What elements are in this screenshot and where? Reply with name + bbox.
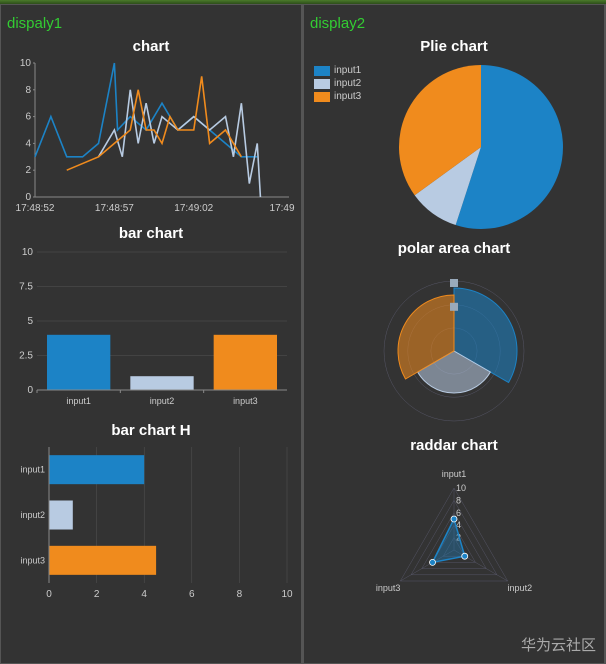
- panel-title-1: dispaly1: [7, 15, 295, 32]
- svg-text:2: 2: [94, 589, 100, 600]
- svg-text:2: 2: [25, 165, 31, 176]
- svg-text:8: 8: [25, 85, 31, 96]
- bar-chart-h: 0 2 4 6 8 10 input1 input2 input3: [7, 443, 295, 603]
- svg-text:10: 10: [20, 59, 32, 69]
- svg-text:0: 0: [46, 589, 52, 600]
- legend-swatch: [314, 92, 330, 102]
- bar-chart-h-title: bar chart H: [5, 422, 297, 439]
- svg-text:8: 8: [456, 495, 461, 505]
- legend-item: input3: [314, 91, 361, 102]
- svg-text:10: 10: [456, 483, 466, 493]
- svg-text:7.5: 7.5: [19, 282, 33, 293]
- svg-text:input2: input2: [508, 583, 533, 593]
- legend-label: input1: [334, 65, 361, 76]
- svg-text:6: 6: [25, 112, 31, 123]
- line-chart: 0 2 4 6 8 10 17:48:52 17:48:57 17:49:02 17:49:08: [7, 59, 295, 219]
- bar-chart-v-title: bar chart: [5, 225, 297, 242]
- svg-text:input2: input2: [150, 396, 175, 406]
- pie-chart: [381, 59, 581, 234]
- svg-text:4: 4: [25, 138, 31, 149]
- svg-text:0: 0: [27, 385, 33, 396]
- panels-row: dispaly1 chart 0 2 4 6 8 10 17:48:52 17:48:57 17…: [0, 4, 606, 664]
- svg-text:0: 0: [25, 192, 31, 203]
- legend-item: input2: [314, 78, 361, 89]
- pie-legend: input1 input2 input3: [314, 65, 361, 104]
- svg-text:input1: input1: [66, 396, 91, 406]
- polar-chart-title: polar area chart: [308, 240, 600, 257]
- svg-text:5: 5: [27, 316, 33, 327]
- svg-text:input3: input3: [20, 555, 45, 565]
- svg-text:10: 10: [22, 247, 34, 258]
- legend-label: input3: [334, 91, 361, 102]
- radar-chart: input1input2input3108642: [310, 458, 598, 628]
- legend-item: input1: [314, 65, 361, 76]
- svg-text:2.5: 2.5: [19, 351, 33, 362]
- panel-display1: dispaly1 chart 0 2 4 6 8 10 17:48:52 17:48:57 17…: [0, 4, 303, 664]
- polar-area-chart: [310, 261, 598, 431]
- legend-label: input2: [334, 78, 361, 89]
- pie-chart-title: Plie chart: [308, 38, 600, 55]
- watermark: 华为云社区: [521, 634, 596, 655]
- legend-swatch: [314, 66, 330, 76]
- svg-text:input1: input1: [20, 465, 45, 475]
- svg-text:17:48:52: 17:48:52: [16, 203, 55, 214]
- svg-text:6: 6: [189, 589, 195, 600]
- svg-text:4: 4: [141, 589, 147, 600]
- svg-text:input2: input2: [20, 510, 45, 520]
- bar-chart-v: 0 2.5 5 7.5 10 input1 input2 input3: [7, 246, 295, 416]
- svg-text:input1: input1: [442, 469, 467, 479]
- svg-text:6: 6: [456, 508, 461, 518]
- line-chart-title: chart: [5, 38, 297, 55]
- svg-text:input3: input3: [376, 583, 401, 593]
- radar-chart-title: raddar chart: [308, 437, 600, 454]
- svg-text:8: 8: [237, 589, 243, 600]
- panel-display2: display2 Plie chart input1 input2 input3 p…: [303, 4, 606, 664]
- panel-title-2: display2: [310, 15, 598, 32]
- legend-swatch: [314, 79, 330, 89]
- svg-text:10: 10: [281, 589, 293, 600]
- svg-text:17:49:08: 17:49:08: [270, 203, 295, 214]
- svg-text:input3: input3: [233, 396, 258, 406]
- svg-text:17:49:02: 17:49:02: [174, 203, 213, 214]
- svg-text:17:48:57: 17:48:57: [95, 203, 134, 214]
